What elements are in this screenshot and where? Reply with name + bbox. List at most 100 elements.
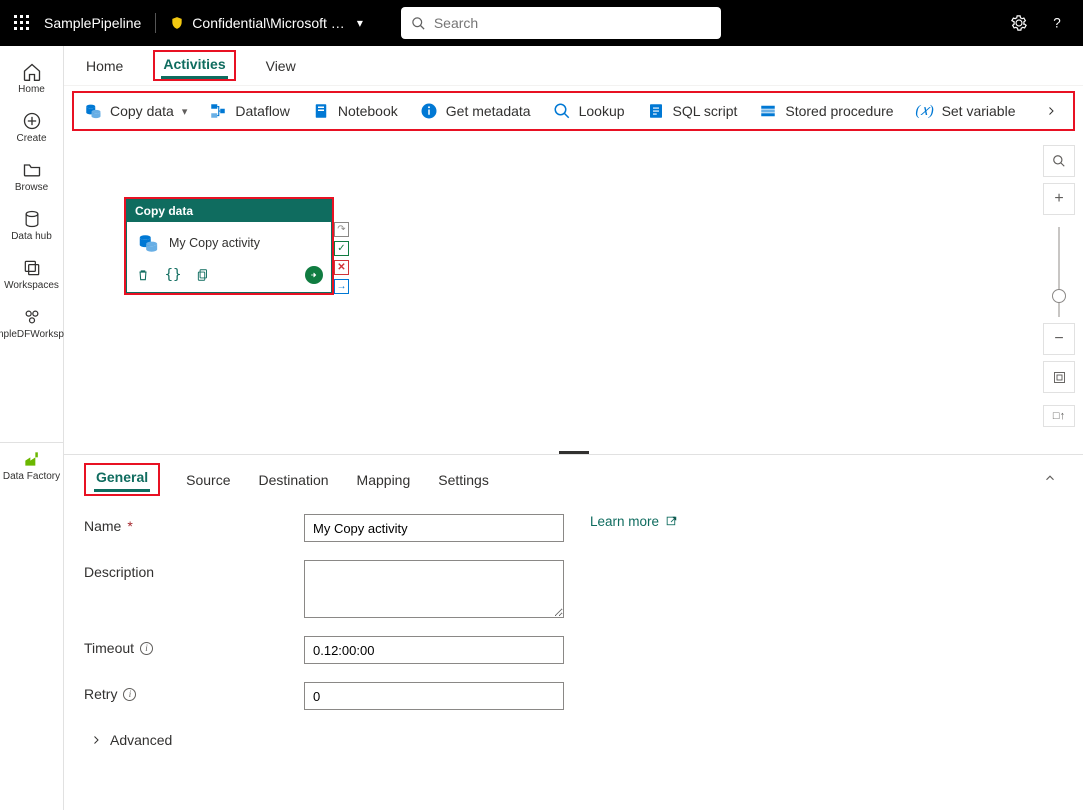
- code-button[interactable]: {}: [165, 267, 181, 283]
- layout-toggle-button[interactable]: □↑: [1043, 405, 1075, 427]
- prop-tab-source[interactable]: Source: [184, 468, 232, 492]
- stored-procedure-icon: [759, 102, 777, 120]
- canvas-zoom-controls: + − □↑: [1043, 145, 1075, 427]
- fit-icon: [1052, 370, 1067, 385]
- chevron-down-icon: ▾: [182, 105, 188, 118]
- divider: [155, 13, 156, 33]
- rail-label: Browse: [15, 182, 48, 193]
- help-button[interactable]: ?: [1045, 11, 1069, 35]
- zoom-slider[interactable]: [1058, 227, 1060, 317]
- description-input[interactable]: [304, 560, 564, 618]
- port-completion-icon[interactable]: →: [334, 279, 349, 294]
- delete-button[interactable]: [135, 267, 151, 283]
- home-icon: [22, 62, 42, 82]
- prop-tab-settings[interactable]: Settings: [436, 468, 491, 492]
- rail-label: Create: [16, 133, 46, 144]
- external-link-icon: [665, 515, 678, 528]
- arrow-right-icon: [309, 270, 319, 280]
- search-input[interactable]: [434, 15, 711, 31]
- ribbon-tabs: Home Activities View: [64, 46, 1083, 86]
- learn-more-link[interactable]: Learn more: [590, 514, 678, 529]
- rail-item-data-factory[interactable]: Data Factory: [0, 442, 64, 798]
- workspace-icon: [22, 307, 42, 327]
- prop-tab-general[interactable]: General: [94, 465, 150, 492]
- chevron-right-icon: [90, 734, 102, 746]
- zoom-out-button[interactable]: −: [1043, 323, 1075, 355]
- search-icon: [553, 102, 571, 120]
- activities-toolbar: Copy data ▾ Dataflow Notebook Get metada…: [72, 91, 1075, 131]
- workspaces-icon: [22, 258, 42, 278]
- activity-label: Notebook: [338, 103, 398, 119]
- rail-item-browse[interactable]: Browse: [0, 154, 64, 199]
- prop-tab-mapping[interactable]: Mapping: [355, 468, 413, 492]
- properties-panel: General Source Destination Mapping Setti…: [64, 454, 1083, 810]
- general-form: Name * Learn more Description Timeout i …: [64, 496, 1083, 748]
- toolbar-overflow-button[interactable]: [1039, 105, 1063, 117]
- search-icon: [1052, 154, 1066, 168]
- collapse-panel-button[interactable]: [1043, 471, 1063, 488]
- activity-stored-procedure[interactable]: Stored procedure: [759, 102, 893, 120]
- zoom-in-button[interactable]: +: [1043, 183, 1075, 215]
- app-launcher-icon[interactable]: [14, 15, 30, 31]
- retry-label: Retry i: [84, 682, 284, 702]
- shield-icon: [170, 16, 184, 30]
- dataflow-icon: [209, 102, 227, 120]
- help-icon: ?: [1048, 14, 1066, 32]
- prop-tab-destination[interactable]: Destination: [257, 468, 331, 492]
- activity-sql-script[interactable]: SQL script: [647, 102, 738, 120]
- chevron-right-icon: [1045, 105, 1057, 117]
- folder-icon: [22, 160, 42, 180]
- rail-item-create[interactable]: Create: [0, 105, 64, 150]
- rail-item-datahub[interactable]: Data hub: [0, 203, 64, 248]
- timeout-input[interactable]: [304, 636, 564, 664]
- svg-text:?: ?: [1053, 16, 1061, 31]
- rail-item-sample-workspace[interactable]: SampleDFWorkspace: [0, 301, 64, 346]
- rail-item-workspaces[interactable]: Workspaces: [0, 252, 64, 297]
- activity-get-metadata[interactable]: Get metadata: [420, 102, 531, 120]
- pipeline-title: SamplePipeline: [44, 15, 141, 31]
- zoom-search-button[interactable]: [1043, 145, 1075, 177]
- sensitivity-breadcrumb[interactable]: Confidential\Microsoft … ▾: [170, 15, 363, 31]
- port-success-icon[interactable]: ✓: [334, 241, 349, 256]
- activity-dataflow[interactable]: Dataflow: [209, 102, 289, 120]
- port-skip-icon[interactable]: ↷: [334, 222, 349, 237]
- advanced-toggle[interactable]: Advanced: [90, 732, 1063, 748]
- plus-circle-icon: [22, 111, 42, 131]
- tab-home[interactable]: Home: [84, 54, 125, 78]
- activity-label: Lookup: [579, 103, 625, 119]
- retry-input[interactable]: [304, 682, 564, 710]
- node-status-ports: ↷ ✓ ✕ →: [334, 222, 349, 294]
- zoom-slider-thumb[interactable]: [1052, 289, 1066, 303]
- database-icon: [137, 232, 159, 254]
- activity-copy-data[interactable]: Copy data ▾: [84, 102, 187, 120]
- properties-tabs: General Source Destination Mapping Setti…: [64, 455, 1083, 496]
- settings-button[interactable]: [1007, 11, 1031, 35]
- rail-item-home[interactable]: Home: [0, 56, 64, 101]
- rail-label: Workspaces: [4, 280, 59, 291]
- copy-data-activity-node[interactable]: Copy data My Copy activity {} ↷: [126, 199, 332, 293]
- activity-label: Set variable: [942, 103, 1016, 119]
- info-icon[interactable]: i: [123, 688, 136, 701]
- tab-activities[interactable]: Activities: [161, 52, 227, 79]
- activity-lookup[interactable]: Lookup: [553, 102, 625, 120]
- activity-label: Dataflow: [235, 103, 289, 119]
- chevron-down-icon: ▾: [357, 16, 363, 30]
- script-icon: [647, 102, 665, 120]
- fit-to-screen-button[interactable]: [1043, 361, 1075, 393]
- activity-set-variable[interactable]: (𝑥) Set variable: [916, 102, 1016, 120]
- pipeline-canvas[interactable]: Copy data My Copy activity {} ↷: [64, 137, 1083, 450]
- variable-icon: (𝑥): [916, 102, 934, 120]
- tab-view[interactable]: View: [264, 54, 298, 78]
- left-nav-rail: Home Create Browse Data hub Workspaces S…: [0, 46, 64, 810]
- rail-label: Data hub: [11, 231, 52, 242]
- copy-button[interactable]: [195, 267, 211, 283]
- node-header: Copy data: [127, 200, 331, 222]
- run-button[interactable]: [305, 266, 323, 284]
- node-action-bar: {}: [127, 260, 331, 292]
- rail-label: Home: [18, 84, 45, 95]
- activity-notebook[interactable]: Notebook: [312, 102, 398, 120]
- name-input[interactable]: [304, 514, 564, 542]
- info-icon[interactable]: i: [140, 642, 153, 655]
- search-box[interactable]: [401, 7, 721, 39]
- port-failure-icon[interactable]: ✕: [334, 260, 349, 275]
